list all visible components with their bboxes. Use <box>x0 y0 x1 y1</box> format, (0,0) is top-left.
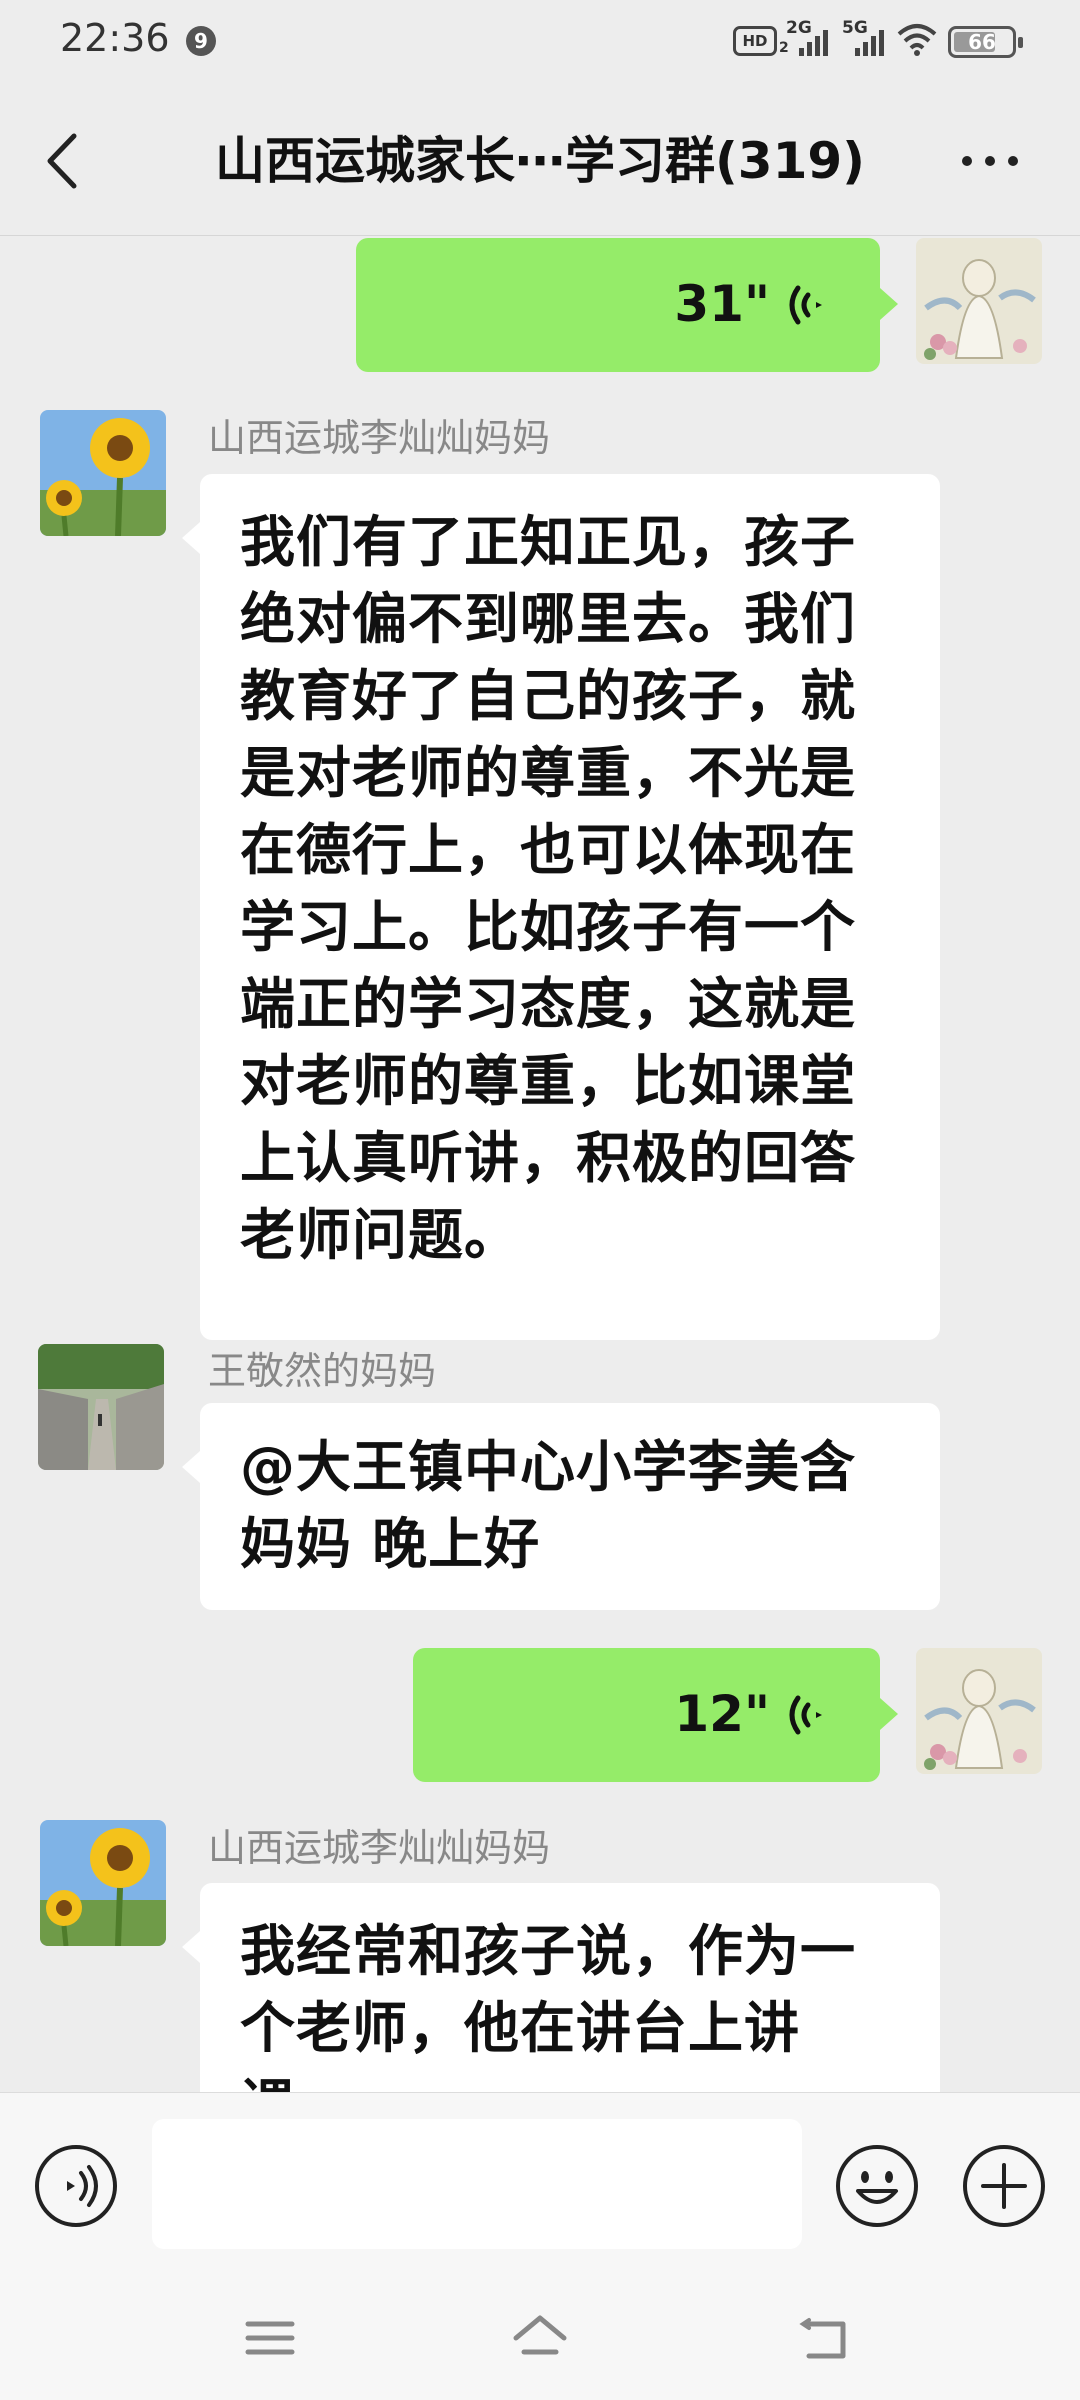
my-avatar[interactable] <box>916 238 1042 364</box>
alley-avatar-image <box>38 1344 164 1470</box>
nav-bar: 山西运城家长⋯学习群(319) <box>0 86 1080 236</box>
sunflower-avatar-image <box>40 1820 166 1946</box>
signal-icon <box>799 30 828 56</box>
message-input[interactable] <box>152 2119 802 2249</box>
voice-wave-icon <box>789 1695 822 1735</box>
message-text: 我经常和孩子说，作为一 个老师，他在讲台上讲课， 他的眼睛就会去捕捉，捕 <box>240 1919 857 2092</box>
sender-name: 王敬然的妈妈 <box>208 1349 437 1393</box>
sender-name: 山西运城李灿灿妈妈 <box>208 1826 551 1870</box>
plus-icon[interactable] <box>961 2143 1047 2229</box>
back-nav-icon[interactable] <box>795 2308 855 2368</box>
signal-icon-2 <box>855 30 884 56</box>
menu-icon[interactable] <box>240 2308 300 2368</box>
chat-screen: 22:36 9 HD 2 2G 5G 66 山西运城家长⋯学习群(319) 31… <box>0 0 1080 2400</box>
wifi-icon <box>897 24 937 56</box>
voice-message[interactable]: 31" <box>356 238 898 372</box>
voice-duration: 31" <box>674 275 770 333</box>
message-text: 我们有了正知正见，孩子 绝对偏不到哪里去。我们 教育好了自己的孩子，就 是对老师… <box>240 510 857 1267</box>
hd-label: HD <box>742 32 768 50</box>
sender-avatar[interactable] <box>40 410 166 536</box>
my-avatar[interactable] <box>916 1648 1042 1774</box>
text-message[interactable]: @大王镇中心小学李美含 妈妈 晚上好 <box>182 1403 940 1610</box>
hd-voice-icon: HD <box>733 26 777 56</box>
voice-toggle-icon[interactable] <box>33 2143 119 2229</box>
back-icon[interactable] <box>40 126 84 196</box>
chat-title: 山西运城家长⋯学习群(319) <box>214 132 866 190</box>
sender-avatar[interactable] <box>38 1344 164 1470</box>
more-icon[interactable] <box>958 150 1022 172</box>
sunflower-avatar-image <box>40 410 166 536</box>
status-time: 22:36 <box>60 16 170 60</box>
guanyin-avatar-image <box>916 1648 1042 1774</box>
emoji-icon[interactable] <box>834 2143 920 2229</box>
system-nav-bar <box>0 2270 1080 2400</box>
status-bar: 22:36 9 HD 2 2G 5G 66 <box>0 0 1080 86</box>
text-message[interactable]: 我经常和孩子说，作为一 个老师，他在讲台上讲课， 他的眼睛就会去捕捉，捕 <box>182 1883 940 2092</box>
message-text: @大王镇中心小学李美含 妈妈 晚上好 <box>240 1435 857 1576</box>
notification-badge: 9 <box>186 26 216 56</box>
sender-name: 山西运城李灿灿妈妈 <box>208 416 551 460</box>
sender-avatar[interactable] <box>40 1820 166 1946</box>
guanyin-avatar-image <box>916 238 1042 364</box>
voice-message[interactable]: 12" <box>413 1648 898 1782</box>
battery-icon: 66 <box>948 26 1023 58</box>
message-list[interactable]: 31" 山西运城李灿灿妈妈 我们有了正知正见，孩子 绝对偏不到哪里去。我们 教育… <box>0 237 1080 2092</box>
input-bar <box>0 2092 1080 2270</box>
home-icon[interactable] <box>510 2308 570 2368</box>
hd-sub-label: 2 <box>779 40 789 56</box>
text-message[interactable]: 我们有了正知正见，孩子 绝对偏不到哪里去。我们 教育好了自己的孩子，就 是对老师… <box>182 474 940 1340</box>
battery-level: 66 <box>968 30 996 54</box>
voice-duration: 12" <box>674 1685 770 1743</box>
voice-wave-icon <box>789 285 822 325</box>
